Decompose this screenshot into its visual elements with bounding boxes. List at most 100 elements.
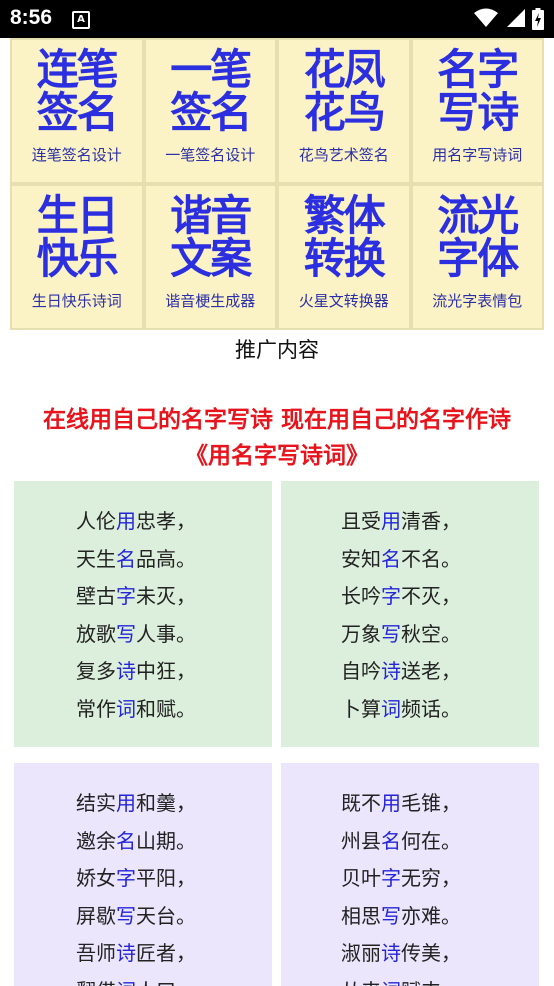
status-time: 8:56	[10, 6, 53, 29]
poem-line: 淑丽诗传美，	[281, 935, 539, 973]
notification-icon: A	[72, 11, 90, 29]
tile-logo: 流光 字体	[427, 194, 527, 280]
poem-line: 邀余名山期。	[14, 823, 272, 861]
tile-logo: 生日 快乐	[27, 194, 127, 280]
tile-logo-line: 文案	[170, 234, 252, 283]
poem-highlight-char: 写	[116, 621, 136, 646]
poem-text: 赋丰。	[401, 979, 461, 986]
poem-line: 结实用和羹，	[14, 785, 272, 823]
poem-line: 从来词赋丰。	[281, 973, 539, 986]
poem-card: 人伦用忠孝， 天生名品高。 壁古字未灭， 放歌写人事。 复多诗中狂， 常作词和赋。	[14, 481, 272, 747]
tile-label: 谐音梗生成器	[165, 292, 256, 310]
poem-text: 山期。	[136, 828, 196, 853]
poem-text: 平阳，	[136, 866, 196, 890]
poem-line: 卜算词频话。	[281, 691, 539, 729]
tool-tile[interactable]: 花凤 花鸟 花鸟艺术签名	[277, 38, 411, 184]
tile-logo-line: 签名	[36, 88, 119, 137]
poem-text: 忠孝，	[136, 509, 196, 533]
poem-text: 放歌	[76, 621, 116, 646]
poem-text: 频话。	[401, 696, 461, 721]
poem-highlight-char: 写	[116, 903, 136, 928]
headline-line1: 在线用自己的名字写诗 现在用自己的名字作诗	[42, 407, 511, 433]
poem-text: 不灭，	[401, 584, 461, 608]
poem-highlight-char: 字	[381, 866, 401, 890]
poem-text: 相思	[341, 903, 381, 928]
poem-highlight-char: 名	[381, 546, 401, 571]
poem-line: 常作词和赋。	[14, 691, 272, 729]
poem-text: 从来	[341, 979, 381, 986]
poem-line: 人伦用忠孝，	[14, 503, 272, 541]
poem-text: 安知	[341, 546, 381, 571]
tile-logo: 谐音 文案	[160, 194, 260, 280]
poem-highlight-char: 诗	[116, 941, 136, 965]
tile-label: 生日快乐诗词	[31, 292, 122, 310]
poem-text: 屏歇	[76, 903, 116, 928]
poem-line: 既不用毛锥，	[281, 785, 539, 823]
poem-highlight-char: 诗	[381, 659, 401, 683]
poem-line: 安知名不名。	[281, 541, 539, 579]
headline-line2: 《用名字写诗词》	[185, 443, 369, 469]
poem-line: 相思写亦难。	[281, 898, 539, 936]
poem-highlight-char: 用	[381, 509, 401, 533]
poem-text: 卜算	[341, 696, 381, 721]
poem-highlight-char: 用	[116, 509, 136, 533]
poem-card: 既不用毛锥，州县名何在。贝叶字无穷，相思写亦难。淑丽诗传美，从来词赋丰。	[281, 763, 539, 986]
tile-logo: 繁体 转换	[294, 194, 394, 280]
poem-highlight-char: 字	[116, 584, 136, 608]
poem-line: 复多诗中狂，	[14, 653, 272, 691]
poem-highlight-char: 词	[381, 979, 401, 986]
poem-highlight-char: 词	[116, 979, 136, 986]
tile-label: 火星文转换器	[298, 292, 389, 310]
battery-icon	[532, 8, 544, 30]
poem-line: 贝叶字无穷，	[281, 860, 539, 898]
wifi-icon	[473, 8, 498, 27]
poem-text: 何在。	[401, 828, 461, 853]
poem-highlight-char: 名	[381, 828, 401, 853]
poem-text: 结实	[76, 791, 116, 815]
status-icons	[472, 8, 544, 30]
poem-text: 匠者，	[136, 941, 196, 965]
tile-logo: 连笔 签名	[27, 48, 127, 134]
poem-line: 屏歇写天台。	[14, 898, 272, 936]
tool-tile[interactable]: 一笔 签名 一笔签名设计	[143, 38, 277, 184]
poem-highlight-char: 写	[381, 903, 401, 928]
status-bar: 8:56 A	[0, 0, 554, 38]
tile-logo-line: 花鸟	[303, 88, 386, 137]
poem-text: 州县	[341, 828, 381, 853]
poem-card: 结实用和羹，邀余名山期。娇女字平阳，屏歇写天台。吾师诗匠者，翻借词人口。	[14, 763, 272, 986]
tile-logo-line: 字体	[437, 234, 519, 283]
tile-logo-line: 转换	[303, 234, 386, 283]
poem-line: 翻借词人口。	[14, 973, 272, 986]
poem-text: 人伦	[76, 509, 116, 533]
poem-highlight-char: 字	[116, 866, 136, 890]
tool-tile[interactable]: 谐音 文案谐音梗生成器	[143, 184, 277, 330]
poem-line: 万象写秋空。	[281, 616, 539, 654]
tile-logo: 一笔 签名	[160, 48, 260, 134]
poem-text: 娇女	[76, 866, 116, 890]
tool-tile[interactable]: 生日 快乐生日快乐诗词	[10, 184, 144, 330]
poem-line: 自吟诗送老，	[281, 653, 539, 691]
tool-tile[interactable]: 繁体 转换火星文转换器	[277, 184, 411, 330]
tool-tile[interactable]: 连笔 签名连笔签名设计	[10, 38, 144, 184]
poem-highlight-char: 诗	[381, 941, 401, 965]
poem-line: 娇女字平阳，	[14, 860, 272, 898]
tile-label: 连笔签名设计	[31, 146, 122, 164]
poem-highlight-char: 名	[116, 546, 136, 571]
poem-text: 品高。	[136, 546, 196, 571]
tile-logo-line: 名字	[437, 45, 519, 94]
poem-text: 无穷，	[401, 866, 461, 890]
poem-text: 毛锥，	[401, 791, 461, 815]
tile-logo-line: 生日	[36, 191, 119, 240]
poem-text: 常作	[76, 696, 116, 721]
tool-tile[interactable]: 流光 字体 流光字表情包	[410, 184, 544, 330]
poem-text: 清香，	[401, 509, 461, 533]
poem-highlight-char: 用	[116, 791, 136, 815]
poem-text: 翻借	[76, 979, 116, 986]
poem-text: 和赋。	[136, 696, 196, 721]
tool-tile[interactable]: 名字 写诗 用名字写诗词	[410, 38, 544, 184]
poem-text: 传美，	[401, 941, 461, 965]
poem-card: 且受用清香， 安知名不名。 长吟字不灭， 万象写秋空。 自吟诗送老， 卜算词频话。	[281, 481, 539, 747]
poem-text: 天生	[76, 546, 116, 571]
tile-logo-line: 快乐	[36, 234, 119, 283]
poem-text: 复多	[76, 659, 116, 683]
